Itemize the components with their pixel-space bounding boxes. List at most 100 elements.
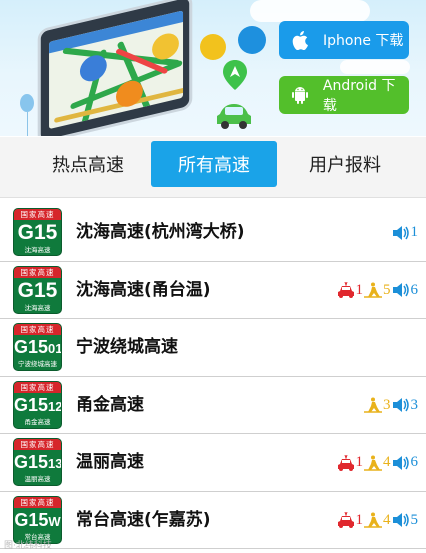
highway-row[interactable]: 国家高速 G15 沈海高速 沈海高速(杭州湾大桥) 1 [0, 204, 426, 262]
construction-icon [364, 512, 383, 528]
highway-stats: 1 [391, 204, 419, 261]
construction-icon [364, 282, 383, 298]
highway-stats: 33 [363, 377, 418, 434]
highway-name: 宁波绕城高速 [76, 337, 178, 357]
sign-name: 甬金高速 [24, 417, 51, 426]
report-icon [392, 455, 411, 471]
phone-illustration [37, 0, 193, 136]
construction-icon [364, 397, 383, 413]
report-icon [392, 282, 411, 298]
construction-stat: 4 [364, 454, 391, 471]
sign-name: 沈海高速 [24, 246, 51, 254]
sign-code: G1501 [14, 336, 61, 360]
sign-name: 宁波绕城高速 [18, 360, 57, 368]
app-icon [238, 26, 266, 54]
sign-code: G15 [14, 279, 61, 304]
highway-list: 国家高速 G15 沈海高速 沈海高速(杭州湾大桥) 1 国家高速 G15 沈海高速 沈海高速(甬… [0, 204, 426, 549]
report-count: 6 [410, 454, 419, 470]
sign-code-main: G15 [14, 394, 49, 415]
report-stat: 6 [392, 281, 419, 299]
sign-code-suffix: W [48, 513, 61, 529]
accident-stat: 1 [337, 281, 364, 299]
construction-count: 4 [383, 454, 391, 470]
report-stat: 6 [392, 454, 419, 471]
highway-stats: 1 4 6 [336, 434, 419, 491]
construction-stat: 3 [364, 397, 391, 414]
accident-icon [337, 512, 356, 528]
accident-count: 1 [355, 511, 364, 528]
sign-header: 国家高速 [14, 381, 61, 393]
sign-code: G1512 [14, 394, 61, 418]
sign-code: G15W [14, 509, 61, 533]
report-icon [392, 225, 411, 241]
iphone-download-label: Iphone 下载 [323, 33, 404, 49]
report-count: 3 [410, 396, 419, 413]
highway-row[interactable]: 国家高速 G15W 常台高速 常台高速(乍嘉苏) 1 4 5 [0, 492, 426, 549]
construction-icon [364, 455, 383, 471]
sign-code-main: G15 [17, 278, 58, 302]
location-pin-icon [222, 60, 248, 90]
highway-sign-icon: 国家高速 G15W 常台高速 [13, 495, 62, 544]
accident-icon [337, 454, 356, 471]
highway-row[interactable]: 国家高速 G15 沈海高速 沈海高速(甬台温) 1 5 6 [0, 262, 426, 319]
apple-icon [289, 29, 311, 51]
sign-code-suffix: 13 [48, 456, 62, 471]
sign-code-main: G15 [14, 509, 49, 530]
app-banner: Iphone 下载 Android 下载 [0, 0, 426, 136]
highway-row[interactable]: 国家高速 G1513 温丽高速 温丽高速 1 4 6 [0, 434, 426, 492]
accident-count: 1 [355, 454, 364, 470]
highway-name: 甬金高速 [76, 394, 144, 415]
highway-sign-icon: 国家高速 G1512 甬金高速 [13, 380, 62, 429]
tab-user-reports[interactable]: 用户报料 [285, 141, 405, 187]
highway-name: 沈海高速(甬台温) [76, 279, 211, 300]
report-count: 1 [410, 224, 419, 240]
android-download-button[interactable]: Android 下载 [279, 76, 409, 114]
compass-icon [200, 34, 226, 60]
sign-header: 国家高速 [14, 324, 61, 335]
sign-name: 温丽高速 [24, 475, 51, 483]
highway-row[interactable]: 国家高速 G1501 宁波绕城高速 宁波绕城高速 [0, 319, 426, 377]
construction-stat: 5 [364, 282, 391, 299]
sign-name: 沈海高速 [24, 303, 51, 312]
sign-header: 国家高速 [14, 496, 61, 508]
report-stat: 1 [392, 224, 419, 241]
report-icon [392, 512, 411, 528]
highway-row[interactable]: 国家高速 G1512 甬金高速 甬金高速 3 3 [0, 377, 426, 434]
construction-count: 3 [383, 396, 391, 413]
construction-stat: 4 [364, 512, 391, 529]
highway-sign-icon: 国家高速 G15 沈海高速 [13, 208, 62, 256]
construction-count: 4 [383, 511, 391, 528]
sign-header: 国家高速 [14, 439, 61, 450]
highway-name: 沈海高速(杭州湾大桥) [76, 222, 245, 242]
report-stat: 5 [392, 511, 419, 529]
highway-name: 常台高速(乍嘉苏) [76, 509, 211, 530]
tab-bar: 热点高速 所有高速 用户报料 [0, 137, 426, 198]
sign-code-main: G15 [14, 337, 49, 357]
highway-stats: 1 5 6 [336, 262, 419, 319]
accident-icon [337, 282, 356, 298]
accident-count: 1 [355, 281, 364, 298]
highway-name: 温丽高速 [76, 452, 144, 472]
highway-sign-icon: 国家高速 G1501 宁波绕城高速 [13, 323, 62, 371]
sign-code: G1513 [14, 451, 61, 475]
sign-code: G15 [14, 221, 61, 246]
android-icon [289, 84, 311, 106]
highway-sign-icon: 国家高速 G15 沈海高速 [13, 265, 62, 314]
tab-hot-highways[interactable]: 热点高速 [28, 141, 148, 187]
report-icon [392, 397, 411, 413]
watermark: 图·北纬科技 [4, 541, 52, 551]
report-count: 6 [410, 281, 419, 298]
tab-all-highways[interactable]: 所有高速 [151, 141, 277, 187]
accident-stat: 1 [337, 454, 364, 471]
report-count: 5 [410, 511, 419, 528]
accident-stat: 1 [337, 511, 364, 529]
iphone-download-button[interactable]: Iphone 下载 [279, 21, 409, 59]
sign-header: 国家高速 [14, 266, 61, 278]
sign-code-main: G15 [14, 452, 49, 472]
sign-code-main: G15 [17, 221, 58, 244]
car-icon [214, 100, 254, 130]
construction-count: 5 [383, 281, 391, 298]
highway-stats: 1 4 5 [336, 492, 419, 549]
android-download-label: Android 下载 [322, 78, 396, 114]
sign-code-suffix: 01 [48, 341, 62, 356]
